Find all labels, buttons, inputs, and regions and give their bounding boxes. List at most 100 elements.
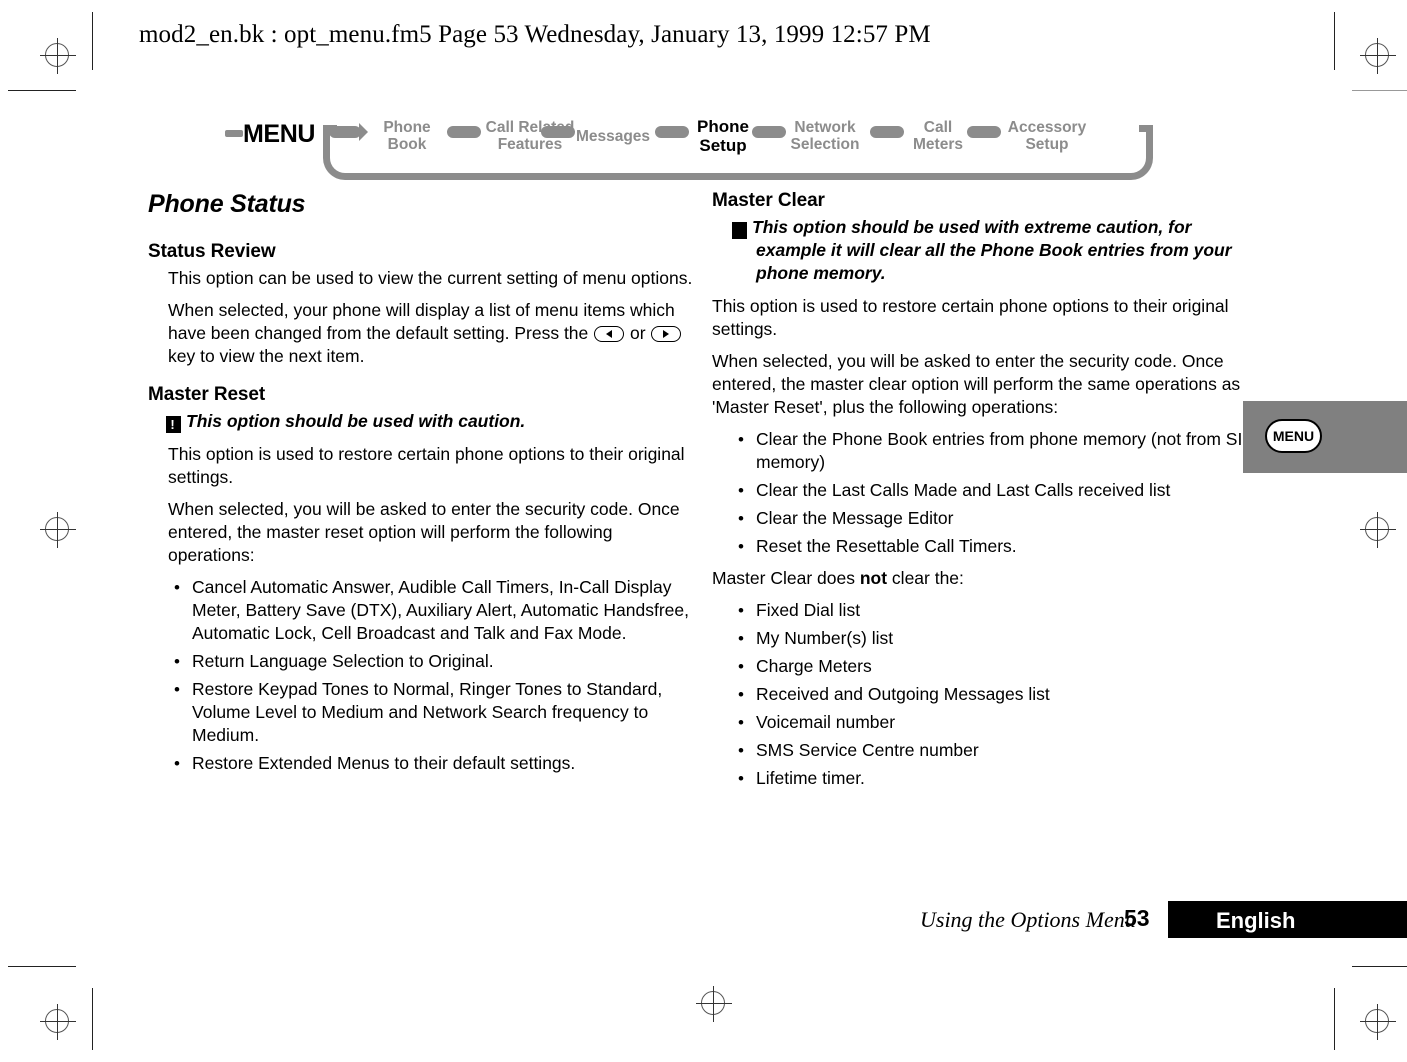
status-review-para2-or: or: [630, 323, 646, 343]
master-reset-warning-text: This option should be used with caution.: [186, 411, 526, 431]
menu-item-label-line2: Meters: [913, 136, 963, 153]
crop-line-top-left-horizontal: [8, 90, 76, 91]
menu-item-phone-book[interactable]: Phone Book: [371, 119, 443, 153]
master-clear-warning: ! This option should be used with extreme…: [712, 216, 1257, 285]
master-clear-paragraph-1: This option is used to restore certain p…: [712, 296, 1229, 339]
list-item: My Number(s) list: [712, 627, 1257, 650]
list-item: Restore Keypad Tones to Normal, Ringer T…: [148, 678, 693, 747]
master-clear-paragraph-2: When selected, you will be asked to ente…: [712, 351, 1241, 417]
menu-item-label-line2: Setup: [699, 136, 747, 155]
not-clear-emphasis: not: [859, 568, 888, 588]
crop-line-bottom-right-horizontal: [1352, 966, 1407, 967]
list-item: Reset the Resettable Call Timers.: [712, 535, 1257, 558]
master-reset-paragraph-2: When selected, you will be asked to ente…: [168, 499, 680, 565]
menu-connector-root-icon: [329, 123, 368, 141]
list-item: Clear the Phone Book entries from phone …: [712, 428, 1257, 474]
registration-vline: [1377, 38, 1378, 74]
menu-item-label-line1: Phone: [383, 119, 431, 136]
crop-line-bottom-right-vertical: [1334, 988, 1335, 1050]
menu-item-network-selection[interactable]: Network Selection: [777, 119, 873, 153]
registration-mark-top-left: [40, 38, 76, 74]
registration-mark-bottom-left: [40, 1004, 76, 1040]
right-text-column: Master Clear ! This option should be used…: [712, 190, 1257, 795]
menu-item-label-line1: Phone: [697, 117, 749, 136]
status-review-paragraph-1: This option can be used to view the curr…: [168, 268, 693, 288]
not-clear-suffix: clear the:: [887, 568, 964, 588]
footer-section-note: Using the Options Menu: [920, 907, 1136, 932]
registration-hline: [40, 529, 76, 530]
left-arrow-key-icon: [594, 326, 625, 342]
registration-mark-bottom-right: [1360, 1004, 1396, 1040]
registration-hline: [696, 1003, 732, 1004]
registration-mark-mid-left: [40, 512, 76, 548]
crop-line-bottom-left-horizontal: [8, 966, 76, 967]
menu-item-label-line1: Accessory: [1007, 119, 1087, 136]
menu-root-dash-icon: [225, 130, 243, 137]
list-item: Return Language Selection to Original.: [148, 650, 693, 673]
exclamation-icon: !: [166, 416, 181, 433]
page-title: Phone Status: [148, 190, 306, 218]
crop-line-top-right-vertical: [1334, 12, 1335, 70]
menu-item-call-meters[interactable]: Call Meters: [898, 119, 978, 153]
master-reset-paragraph-1: This option is used to restore certain p…: [168, 444, 685, 487]
crop-line-top-right-horizontal: [1352, 90, 1407, 91]
status-review-paragraph-2: When selected, your phone will display a…: [148, 299, 693, 368]
menu-root-label: MENU: [243, 120, 316, 148]
master-clear-not-clear-line: Master Clear does not clear the:: [712, 567, 1257, 590]
registration-hline: [40, 1021, 76, 1022]
menu-item-label-line1: Network: [794, 119, 856, 136]
crop-line-top-left-vertical: [92, 12, 93, 70]
list-item: Charge Meters: [712, 655, 1257, 678]
registration-vline: [57, 1004, 58, 1040]
file-info-header: mod2_en.bk : opt_menu.fm5 Page 53 Wednes…: [139, 21, 931, 48]
menu-item-label-line2: Setup: [1025, 136, 1069, 153]
status-review-para2-part2: key to view the next item.: [168, 346, 365, 366]
master-clear-warning-text: This option should be used with extreme …: [752, 217, 1232, 283]
registration-vline: [57, 38, 58, 74]
menu-item-accessory-setup[interactable]: Accessory Setup: [995, 119, 1099, 153]
menu-item-label-line2: Selection: [790, 136, 860, 153]
registration-mark-bottom-center: [696, 986, 732, 1022]
master-clear-not-cleared-list: Fixed Dial list My Number(s) list Charge…: [712, 599, 1257, 790]
menu-item-messages[interactable]: Messages: [565, 128, 661, 145]
list-item: Clear the Last Calls Made and Last Calls…: [712, 479, 1257, 502]
heading-status-review: Status Review: [148, 241, 276, 262]
side-thumb-tab: MENU: [1243, 401, 1407, 473]
menu-track-cap-right: [1139, 125, 1153, 132]
footer-page-number: 53: [1124, 905, 1150, 931]
footer-language-label: English: [1216, 908, 1296, 933]
list-item: Clear the Message Editor: [712, 507, 1257, 530]
menu-breadcrumb-strip: MENU Phone Book Call Related Features Me…: [225, 105, 1160, 183]
menu-key-icon: MENU: [1265, 419, 1322, 453]
registration-vline: [1377, 512, 1378, 548]
heading-master-clear: Master Clear: [712, 190, 825, 211]
list-item: Voicemail number: [712, 711, 1257, 734]
registration-mark-top-right: [1360, 38, 1396, 74]
list-item: Received and Outgoing Messages list: [712, 683, 1257, 706]
list-item: Cancel Automatic Answer, Audible Call Ti…: [148, 576, 693, 645]
list-item: SMS Service Centre number: [712, 739, 1257, 762]
left-text-column: Phone Status Status Review This option c…: [148, 190, 693, 780]
registration-mark-mid-right: [1360, 512, 1396, 548]
registration-vline: [713, 986, 714, 1022]
menu-item-label-line2: Book: [387, 136, 427, 153]
not-clear-prefix: Master Clear does: [712, 568, 860, 588]
crop-line-bottom-left-vertical: [92, 988, 93, 1050]
list-item: Lifetime timer.: [712, 767, 1257, 790]
registration-hline: [40, 55, 76, 56]
exclamation-icon: !: [725, 222, 747, 239]
registration-hline: [1360, 55, 1396, 56]
registration-hline: [1360, 1021, 1396, 1022]
master-reset-bullet-list: Cancel Automatic Answer, Audible Call Ti…: [148, 576, 693, 775]
registration-vline: [57, 512, 58, 548]
master-clear-bullet-list: Clear the Phone Book entries from phone …: [712, 428, 1257, 558]
menu-item-label-line1: Call: [923, 119, 953, 136]
right-arrow-key-icon: [651, 326, 682, 342]
menu-item-phone-setup[interactable]: Phone Setup: [683, 117, 763, 155]
registration-hline: [1360, 529, 1396, 530]
list-item: Restore Extended Menus to their default …: [148, 752, 693, 775]
registration-vline: [1377, 1004, 1378, 1040]
master-reset-warning: ! This option should be used with caution…: [148, 410, 693, 433]
menu-item-label-line1: Messages: [575, 128, 651, 145]
list-item: Fixed Dial list: [712, 599, 1257, 622]
